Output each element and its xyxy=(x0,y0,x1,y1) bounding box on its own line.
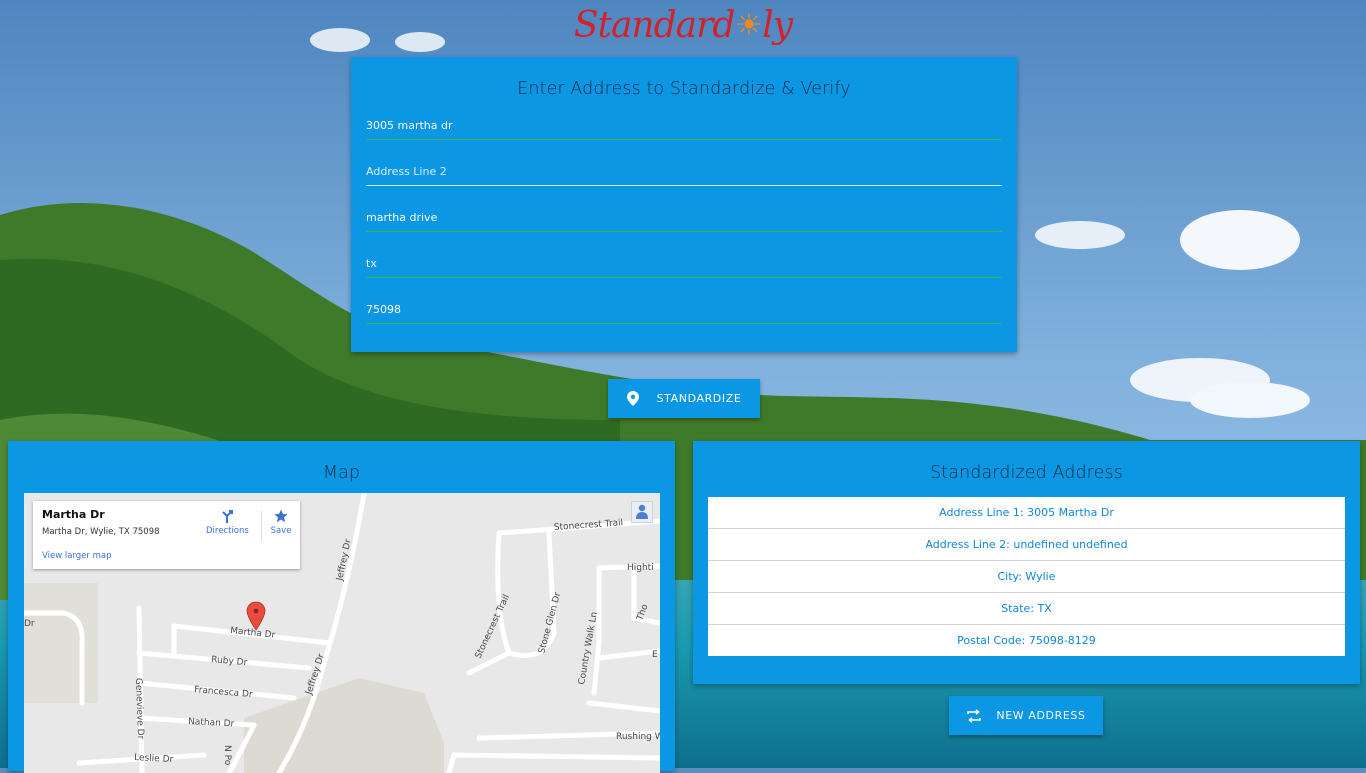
save-label: Save xyxy=(270,526,292,536)
result-city: City: Wylie xyxy=(708,561,1345,593)
new-address-button[interactable]: NEW ADDRESS xyxy=(949,696,1103,735)
person-icon xyxy=(636,504,648,519)
directions-label: Directions xyxy=(206,526,249,536)
logo-text-right: ly xyxy=(762,4,793,46)
map-marker-icon[interactable] xyxy=(246,601,266,631)
postal-code-field[interactable]: 75098 xyxy=(366,298,1002,324)
view-larger-map-link[interactable]: View larger map xyxy=(42,551,112,561)
standardize-button[interactable]: STANDARDIZE xyxy=(608,379,760,418)
road-label-n-po: N Po xyxy=(222,745,232,766)
new-address-label: NEW ADDRESS xyxy=(996,709,1086,722)
road-label-nathan: Nathan Dr xyxy=(188,717,235,729)
result-title: Standardized Address xyxy=(930,463,1123,483)
map-title: Map xyxy=(322,463,361,483)
road-label-dr-left: Dr xyxy=(24,619,35,629)
swap-arrows-icon xyxy=(967,708,982,723)
road-label-francesca: Francesca Dr xyxy=(194,685,254,700)
result-state: State: TX xyxy=(708,593,1345,625)
result-address-line2: Address Line 2: undefined undefined xyxy=(708,529,1345,561)
address-line1-field[interactable]: 3005 martha dr xyxy=(366,114,1002,140)
logo-text-left: Standard xyxy=(573,4,736,46)
road-label-ruby: Ruby Dr xyxy=(211,655,248,668)
save-button[interactable]: Save xyxy=(269,509,293,536)
road-label-leslie: Leslie Dr xyxy=(134,753,174,765)
directions-icon xyxy=(222,510,233,523)
road-label-martha: Martha Dr xyxy=(230,626,276,641)
card-divider xyxy=(261,511,262,541)
address-line2-field[interactable]: Address Line 2 xyxy=(366,160,1002,186)
star-icon xyxy=(274,509,288,523)
directions-button[interactable]: Directions xyxy=(206,509,249,536)
standardized-address-panel: Standardized Address Address Line 1: 300… xyxy=(693,441,1360,684)
place-name: Martha Dr xyxy=(42,508,105,521)
map-panel: Map Martha Dr Ruby Dr Francesca Dr Natha… xyxy=(8,441,675,773)
standardize-label: STANDARDIZE xyxy=(656,392,742,405)
place-address: Martha Dr, Wylie, TX 75098 xyxy=(42,527,160,537)
street-view-pegman-icon[interactable] xyxy=(631,501,653,523)
address-form-panel: Enter Address to Standardize & Verify 30… xyxy=(351,57,1017,352)
road-label-e-right: E xyxy=(652,650,658,660)
road-label-highting: Highti xyxy=(627,563,654,573)
city-field[interactable]: martha drive xyxy=(366,206,1002,232)
road-label-jeffrey-mid: Jeffrey Dr xyxy=(304,652,327,697)
state-field[interactable]: tx xyxy=(366,252,1002,278)
result-address-line1: Address Line 1: 3005 Martha Dr xyxy=(708,497,1345,529)
road-label-rushing: Rushing W xyxy=(616,732,660,742)
road-label-genevieve: Genevieve Dr xyxy=(133,678,145,740)
brand-logo[interactable]: Standard ☀ ly xyxy=(0,0,1366,50)
result-postal-code: Postal Code: 75098-8129 xyxy=(957,634,1096,647)
result-list: Address Line 1: 3005 Martha Dr Address L… xyxy=(708,497,1345,656)
embedded-map[interactable]: Martha Dr Ruby Dr Francesca Dr Nathan Dr… xyxy=(24,493,660,773)
location-pin-icon xyxy=(626,391,639,406)
map-info-card: Martha Dr Martha Dr, Wylie, TX 75098 Vie… xyxy=(33,501,300,569)
road-label-stonecrest-top: Stonecrest Trail xyxy=(554,518,624,533)
form-title: Enter Address to Standardize & Verify xyxy=(517,79,851,99)
sun-icon: ☀ xyxy=(735,7,762,43)
